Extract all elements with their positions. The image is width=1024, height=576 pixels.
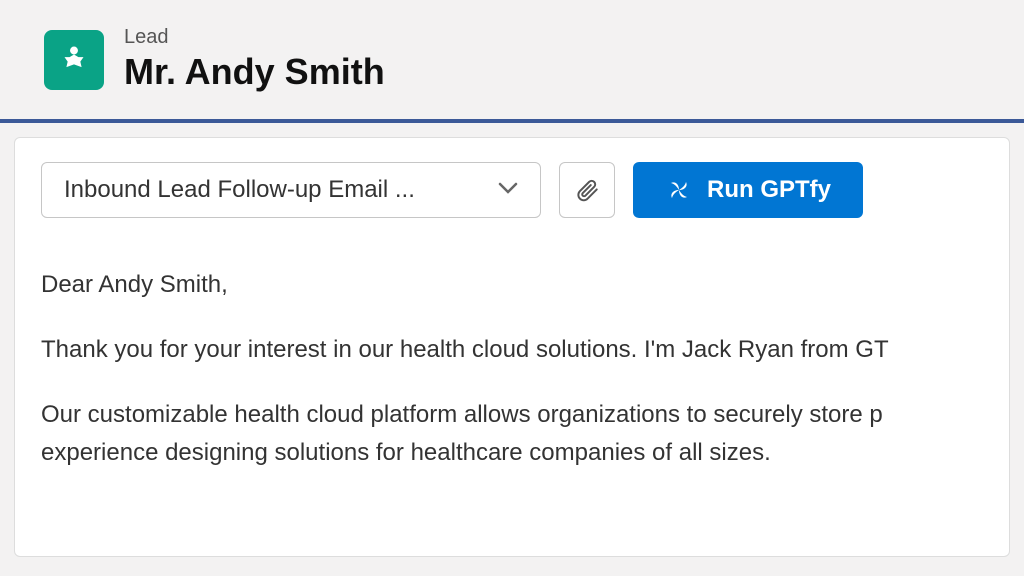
record-type-label: Lead: [124, 26, 385, 49]
pinwheel-icon: [665, 176, 693, 204]
paperclip-icon: [574, 177, 600, 203]
main-content-card: Inbound Lead Follow-up Email ...: [14, 137, 1010, 557]
record-header: Lead Mr. Andy Smith: [0, 0, 1024, 123]
attachment-button[interactable]: [559, 162, 615, 218]
person-star-icon: [55, 41, 93, 79]
template-selected-label: Inbound Lead Follow-up Email ...: [64, 176, 415, 204]
lead-entity-icon: [44, 30, 104, 90]
action-row: Inbound Lead Follow-up Email ...: [41, 162, 983, 218]
email-paragraph-2b: experience designing solutions for healt…: [41, 434, 983, 471]
email-paragraph-2a: Our customizable health cloud platform a…: [41, 396, 983, 433]
record-name: Mr. Andy Smith: [124, 51, 385, 93]
email-paragraph-1: Thank you for your interest in our healt…: [41, 331, 983, 368]
email-greeting: Dear Andy Smith,: [41, 266, 983, 303]
email-body: Dear Andy Smith, Thank you for your inte…: [41, 266, 983, 471]
run-gptfy-button[interactable]: Run GPTfy: [633, 162, 863, 218]
run-button-label: Run GPTfy: [707, 176, 831, 204]
chevron-down-icon: [498, 181, 518, 200]
template-dropdown[interactable]: Inbound Lead Follow-up Email ...: [41, 162, 541, 218]
